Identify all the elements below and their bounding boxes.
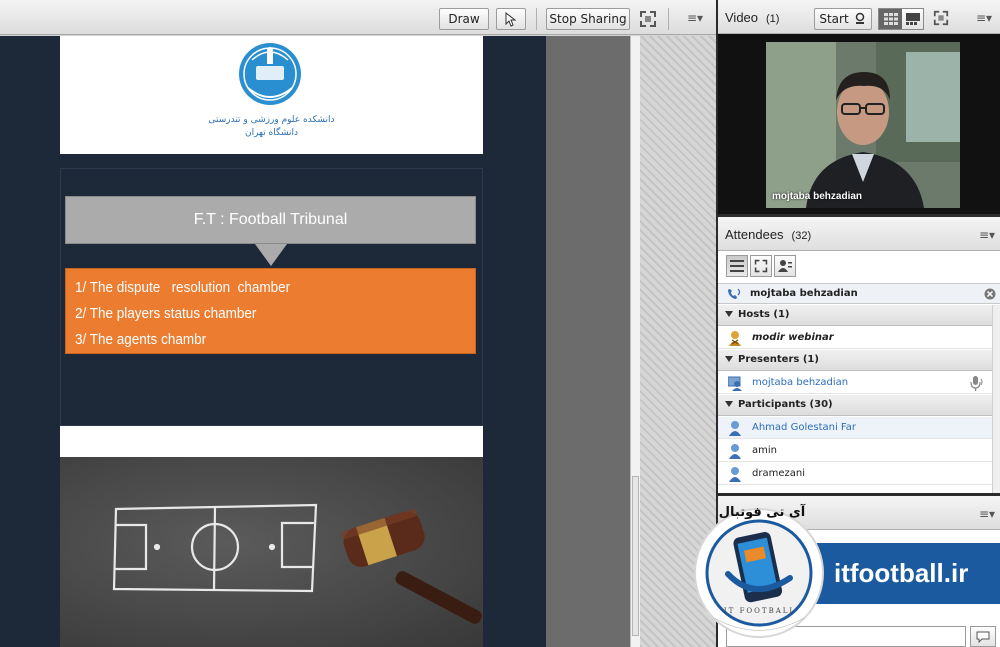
scrollbar-thumb[interactable] [632, 476, 639, 636]
list-item: 2/ The players status chamber [75, 305, 257, 322]
video-pod-header: Video (1) Start ≡▾ [718, 0, 1000, 34]
attendee-row[interactable]: modir webinar [718, 327, 992, 349]
expand-icon [754, 259, 768, 273]
attendee-row[interactable]: amin [718, 440, 992, 462]
group-label: Hosts (1) [738, 309, 790, 320]
group-participants[interactable]: Participants (30) [718, 395, 992, 416]
slide-title: F.T : Football Tribunal [65, 196, 476, 244]
attendees-pod-header: Attendees (32) ≡▾ [718, 217, 1000, 251]
document-scrollbar[interactable] [630, 36, 640, 647]
university-name-line2: دانشگاه تهران [244, 128, 299, 138]
attendees-count: (32) [791, 230, 812, 242]
video-pod: Video (1) Start ≡▾ mojtaba behzadian [718, 0, 1000, 214]
toolbar-divider [668, 8, 669, 30]
grid-view-icon[interactable] [879, 9, 902, 29]
chat-bubble-icon [976, 631, 990, 643]
toolbar-divider [536, 8, 537, 30]
itfootball-logo-icon [694, 508, 824, 638]
pod-options-icon[interactable]: ≡▾ [976, 11, 992, 25]
collapse-triangle-icon[interactable] [725, 401, 733, 407]
status-view-button[interactable] [774, 255, 796, 277]
list-view-icon [730, 260, 744, 272]
pointer-icon [505, 11, 517, 27]
attendee-row[interactable]: Ahmad Golestani Far [718, 417, 992, 439]
video-title: Video [725, 10, 759, 25]
group-label: Presenters (1) [738, 354, 819, 365]
collapse-triangle-icon[interactable] [725, 311, 733, 317]
document-margin [546, 36, 630, 647]
watermark-persian-name: آی تی فوتبال [718, 505, 806, 520]
chamber-list: 1/ The dispute resolution chamber 2/ The… [65, 268, 476, 354]
pod-options-icon[interactable]: ≡▾ [979, 228, 995, 242]
attendees-title: Attendees [725, 227, 784, 242]
attendee-name: dramezani [752, 468, 805, 479]
slide-2 [60, 426, 483, 647]
attendee-name: Ahmad Golestani Far [752, 422, 856, 433]
attendees-pod: Attendees (32) ≡▾ mojtaba behzadian Hosts… [718, 217, 1000, 493]
slide-header: دانشکده علوم ورزشی و تندرستی دانشگاه تهر… [60, 36, 483, 154]
share-pod: Draw Stop Sharing ≡▾ دانشکده علوم ورزشی … [0, 0, 716, 647]
pod-options-icon[interactable]: ≡▾ [687, 11, 703, 25]
pod-options-icon[interactable]: ≡▾ [979, 507, 995, 521]
person-status-icon [778, 260, 792, 272]
active-speaker-name: mojtaba behzadian [750, 288, 858, 299]
fullscreen-icon [640, 11, 656, 27]
down-arrow-shape [255, 244, 287, 266]
close-icon[interactable] [984, 288, 996, 300]
collapse-triangle-icon[interactable] [725, 356, 733, 362]
video-count: (1) [766, 13, 780, 25]
phone-speaking-icon [728, 288, 741, 299]
university-logo-icon [239, 43, 301, 105]
webcam-feed: mojtaba behzadian [766, 42, 960, 208]
list-item: 3/ The agents chambr [75, 331, 207, 348]
football-pitch-gavel-image [112, 503, 482, 624]
shared-document: دانشکده علوم ورزشی و تندرستی دانشگاه تهر… [0, 36, 716, 647]
video-pod-title: Video (1) [725, 10, 779, 25]
share-toolbar: Draw Stop Sharing ≡▾ [0, 0, 716, 35]
attendee-name: mojtaba behzadian [752, 377, 849, 388]
watermark-site: itfootball.ir [834, 558, 969, 588]
attendee-row[interactable]: mojtaba behzadian [718, 372, 992, 394]
video-layout-toggle[interactable] [878, 8, 924, 30]
filmstrip-view-icon[interactable] [902, 9, 923, 29]
list-item: 1/ The dispute resolution chamber [75, 279, 291, 296]
microphone-icon [970, 376, 983, 391]
attendee-name: amin [752, 445, 777, 456]
university-name: دانشکده علوم ورزشی و تندرستی دانشگاه تهر… [60, 114, 483, 140]
stop-sharing-button[interactable]: Stop Sharing [546, 8, 630, 30]
group-hosts[interactable]: Hosts (1) [718, 305, 992, 326]
pointer-button[interactable] [496, 8, 526, 30]
university-name-line1: دانشکده علوم ورزشی و تندرستی [208, 115, 335, 125]
chalkboard-image [60, 457, 483, 647]
list-view-button[interactable] [726, 255, 748, 277]
draw-button[interactable]: Draw [439, 8, 489, 30]
attendee-name: modir webinar [752, 332, 834, 343]
attendee-list-scrollbar[interactable] [992, 305, 1000, 493]
fullscreen-button[interactable] [639, 10, 659, 30]
group-presenters[interactable]: Presenters (1) [718, 350, 992, 371]
chat-send-button[interactable] [970, 626, 996, 647]
fullscreen-icon[interactable] [933, 10, 949, 29]
slide-body: F.T : Football Tribunal 1/ The dispute r… [60, 168, 483, 426]
attendee-view-buttons [726, 255, 796, 279]
start-label: Start [819, 12, 849, 26]
attendee-row[interactable]: dramezani [718, 463, 992, 485]
participant-icon [729, 421, 741, 436]
host-icon [729, 331, 741, 346]
presenter-name-overlay: mojtaba behzadian [772, 191, 863, 202]
active-speaker-row: mojtaba behzadian [718, 283, 1000, 304]
presenter-video-image [766, 42, 960, 208]
presenter-icon [728, 376, 742, 391]
start-webcam-button[interactable]: Start [814, 8, 872, 30]
group-label: Participants (30) [738, 399, 833, 410]
attendees-pod-title: Attendees (32) [725, 227, 811, 242]
webcam-icon [855, 12, 864, 24]
watermark-ring-text: IT FOOTBALL [723, 607, 797, 615]
participant-icon [729, 444, 741, 459]
participant-icon [729, 467, 741, 482]
expand-view-button[interactable] [750, 255, 772, 277]
